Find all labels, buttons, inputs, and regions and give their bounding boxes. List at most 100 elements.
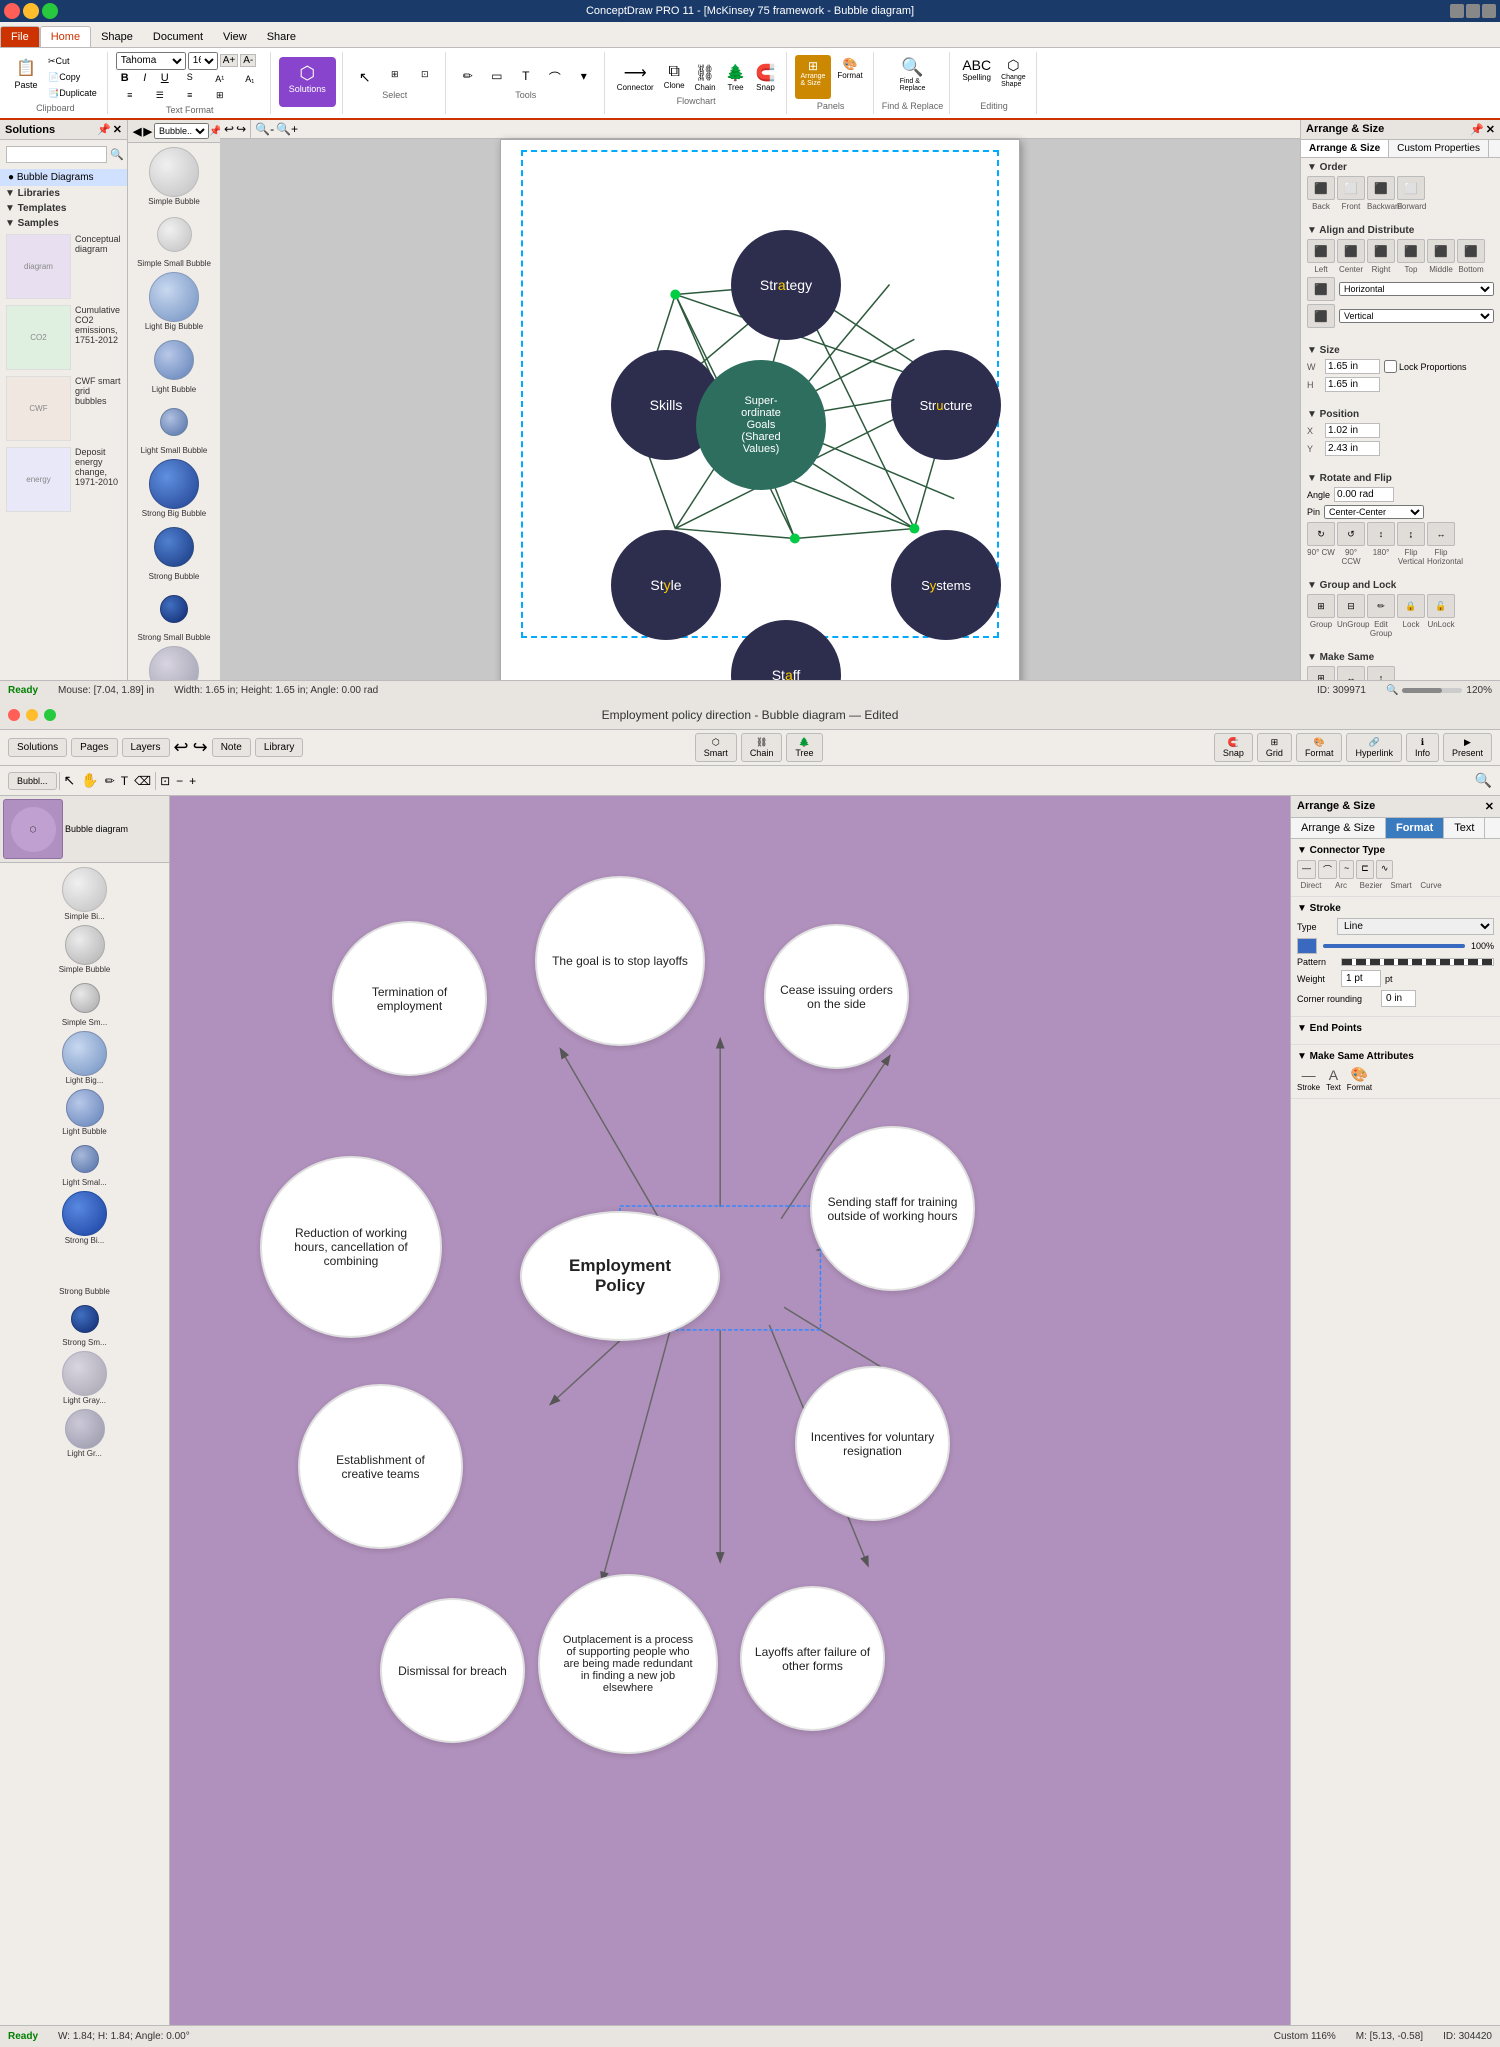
- arrange-size-button[interactable]: ⊞ Arrange& Size: [795, 55, 832, 99]
- close-right-panel[interactable]: ✕: [1486, 123, 1495, 136]
- center-bubble[interactable]: Super-ordinateGoals(SharedValues): [696, 360, 826, 490]
- spelling-button[interactable]: ABC Spelling: [958, 55, 995, 99]
- b-simple-sm[interactable]: Simple Sm...: [4, 978, 165, 1027]
- arc-tool[interactable]: ⌒: [541, 67, 569, 88]
- library-dropdown[interactable]: Bubble...: [154, 123, 209, 139]
- redo-btn[interactable]: ↪: [236, 122, 246, 136]
- reduction-bubble[interactable]: Reduction of working hours, cancellation…: [260, 1156, 442, 1338]
- tab-file[interactable]: File: [0, 26, 40, 47]
- br-tab-text[interactable]: Text: [1444, 818, 1485, 838]
- bold-button[interactable]: B: [116, 72, 134, 86]
- group-button[interactable]: ⊞: [1307, 594, 1335, 618]
- close-br-panel[interactable]: ✕: [1485, 800, 1494, 813]
- search-btn[interactable]: 🔍: [1475, 772, 1492, 789]
- pen-tool-btn[interactable]: ✏: [103, 774, 117, 788]
- lock-button[interactable]: 🔒: [1397, 594, 1425, 618]
- outplacement-bubble[interactable]: Outplacement is a process of supporting …: [538, 1574, 718, 1754]
- emp-center-bubble[interactable]: EmploymentPolicy: [520, 1211, 720, 1341]
- width-input[interactable]: [1325, 359, 1380, 374]
- termination-bubble[interactable]: Termination of employment: [332, 921, 487, 1076]
- rotate-180-button[interactable]: ↕: [1367, 522, 1395, 546]
- curve-btn[interactable]: ∿: [1376, 860, 1394, 879]
- snap-btn[interactable]: 🧲Snap: [1214, 733, 1253, 762]
- horizontal-dropdown[interactable]: Horizontal: [1339, 282, 1494, 296]
- goal-bubble[interactable]: The goal is to stop layoffs: [535, 876, 705, 1046]
- direct-btn[interactable]: —: [1297, 860, 1316, 879]
- zoom-out-btn[interactable]: 🔍-: [255, 122, 274, 136]
- zoom-out-btn2[interactable]: −: [174, 774, 185, 788]
- horizontal-align-icon[interactable]: ⬛: [1307, 277, 1335, 301]
- pin-icon[interactable]: 📌: [97, 123, 111, 136]
- tab-shape[interactable]: Shape: [91, 27, 143, 47]
- select-type[interactable]: ⊡: [411, 67, 439, 88]
- b-light-gray[interactable]: Light Gray...: [4, 1351, 165, 1405]
- solutions-btn[interactable]: Solutions: [8, 738, 67, 757]
- library-nav-right[interactable]: ▶: [143, 125, 151, 138]
- underline-button[interactable]: U: [156, 72, 174, 86]
- corner-input[interactable]: [1381, 990, 1416, 1007]
- info-btn[interactable]: ℹInfo: [1406, 733, 1439, 762]
- same-height-button[interactable]: ↕: [1367, 666, 1395, 680]
- copy-button[interactable]: 📄Copy: [44, 70, 101, 85]
- redo-icon[interactable]: ↪: [193, 737, 208, 758]
- font-select[interactable]: Tahoma: [116, 52, 186, 70]
- br-tab-format[interactable]: Format: [1386, 818, 1444, 838]
- b-light-gr2[interactable]: Light Gr...: [4, 1409, 165, 1458]
- preview-thumb[interactable]: ⬡: [3, 799, 63, 859]
- align-middle-v-button[interactable]: ⬛: [1427, 239, 1455, 263]
- bubble-diagrams-item[interactable]: ● Bubble Diagrams: [0, 169, 127, 186]
- light-big-bubble-item[interactable]: Light Big Bubble: [145, 272, 203, 331]
- same-width-button[interactable]: ↔: [1337, 666, 1365, 680]
- dismissal-bubble[interactable]: Dismissal for breach: [380, 1598, 525, 1743]
- stroke-color-swatch[interactable]: [1297, 938, 1317, 954]
- text-tool[interactable]: T: [512, 67, 540, 88]
- sample-co2[interactable]: CO2 Cumulative CO2 emissions, 1751-2012: [6, 305, 121, 370]
- more-tools[interactable]: ▾: [570, 67, 598, 88]
- tab-custom-props[interactable]: Custom Properties: [1389, 140, 1489, 157]
- bottom-canvas-area[interactable]: EmploymentPolicy Termination of employme…: [170, 796, 1290, 2025]
- height-input[interactable]: [1325, 377, 1380, 392]
- cease-bubble[interactable]: Cease issuing orders on the side: [764, 924, 909, 1069]
- flip-horizontal-button[interactable]: ↔: [1427, 522, 1455, 546]
- sample-deposit[interactable]: energy Deposit energy change, 1971-2010: [6, 447, 121, 512]
- light-gray-big-item[interactable]: Light Gray Big: [149, 646, 200, 680]
- b-strong-sm[interactable]: Strong Sm...: [4, 1300, 165, 1347]
- stroke-type-select[interactable]: Line: [1337, 918, 1494, 935]
- light-small-bubble-item[interactable]: Light Small Bubble: [141, 398, 208, 455]
- hand-tool-btn[interactable]: ✋: [79, 772, 100, 789]
- strong-big-bubble-item[interactable]: Strong Big Bubble: [142, 459, 207, 518]
- present-btn[interactable]: ▶Present: [1443, 733, 1492, 762]
- weight-input[interactable]: [1341, 970, 1381, 987]
- select-tool-btn[interactable]: ↖: [62, 772, 78, 789]
- tree-button[interactable]: 🌲 Tree: [722, 61, 750, 94]
- solutions-search[interactable]: [6, 146, 107, 163]
- tab-view[interactable]: View: [213, 27, 257, 47]
- edit-group-button[interactable]: ✏: [1367, 594, 1395, 618]
- grid-btn[interactable]: ⊞Grid: [1257, 733, 1292, 762]
- front-button[interactable]: ⬜: [1337, 176, 1365, 200]
- smart-btn[interactable]: ⬡Smart: [695, 733, 737, 762]
- increase-font[interactable]: A+: [220, 54, 239, 67]
- unlock-button[interactable]: 🔓: [1427, 594, 1455, 618]
- tree-btn[interactable]: 🌲Tree: [786, 733, 822, 762]
- incentives-bubble[interactable]: Incentives for voluntary resignation: [795, 1366, 950, 1521]
- simple-bubble-item[interactable]: Simple Bubble: [148, 147, 200, 206]
- b-light-bubble[interactable]: Light Bubble: [4, 1089, 165, 1136]
- pin-select[interactable]: Center-Center: [1324, 505, 1424, 519]
- b-strong-bubble[interactable]: Strong Bubble: [4, 1249, 165, 1296]
- hyperlink-btn[interactable]: 🔗Hyperlink: [1346, 733, 1402, 762]
- b-simple-bubble[interactable]: Simple Bubble: [4, 925, 165, 974]
- strikethrough-button[interactable]: S: [176, 72, 204, 86]
- b-light-big[interactable]: Light Big...: [4, 1031, 165, 1085]
- canvas-container[interactable]: Strategy Skills Structure Super-ordinate…: [220, 139, 1300, 680]
- chain-button[interactable]: ⛓ Chain: [691, 61, 720, 94]
- pages-btn[interactable]: Pages: [71, 738, 117, 757]
- tab-arrange-size[interactable]: Arrange & Size: [1301, 140, 1389, 157]
- systems-bubble[interactable]: Systems: [891, 530, 1001, 640]
- zoom-in-btn2[interactable]: +: [187, 774, 198, 788]
- zoom-fit-btn[interactable]: ⊡: [158, 774, 172, 788]
- arc-btn[interactable]: ⌒: [1318, 860, 1337, 879]
- subscript-button[interactable]: A₁: [236, 72, 264, 86]
- select-all[interactable]: ⊞: [381, 67, 409, 88]
- align-left[interactable]: ≡: [116, 88, 144, 103]
